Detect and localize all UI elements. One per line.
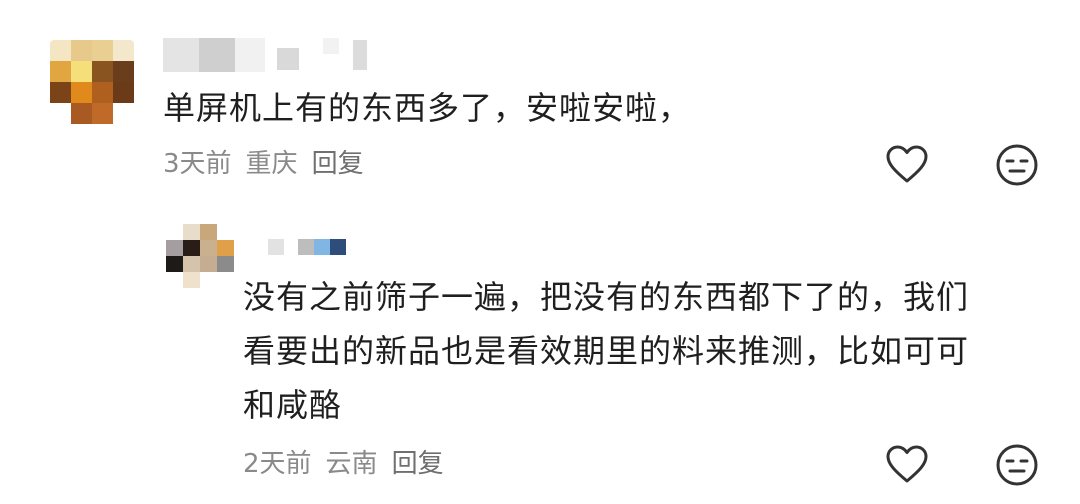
comment-text-line: 看要出的新品也是看效期里的料来推测，比如可可 xyxy=(243,332,970,370)
comment-meta: 2天前 云南 回复 xyxy=(243,443,444,480)
username[interactable] xyxy=(163,38,367,72)
comment-text-line: 没有之前筛子一遍，把没有的东西都下了的，我们 xyxy=(243,278,970,316)
comment-text-line: 和咸酪 xyxy=(243,386,343,424)
comment-time: 3天前 xyxy=(163,149,232,179)
meh-face-icon[interactable] xyxy=(995,443,1039,487)
comment-text: 单屏机上有的东西多了，安啦安啦， xyxy=(163,89,692,127)
avatar[interactable] xyxy=(166,224,234,288)
comment-text: 没有之前筛子一遍，把没有的东西都下了的，我们 看要出的新品也是看效期里的料来推测… xyxy=(243,272,969,430)
username[interactable] xyxy=(268,239,346,255)
comment-location: 云南 xyxy=(325,449,378,479)
comment-meta: 3天前 重庆 回复 xyxy=(163,143,364,180)
reply-button[interactable]: 回复 xyxy=(392,443,444,480)
heart-outline-icon[interactable] xyxy=(885,443,929,487)
comment-location: 重庆 xyxy=(245,149,298,179)
heart-outline-icon[interactable] xyxy=(885,143,929,187)
reply-button[interactable]: 回复 xyxy=(312,143,364,180)
meh-face-icon[interactable] xyxy=(995,143,1039,187)
comment-time: 2天前 xyxy=(243,449,312,479)
avatar[interactable] xyxy=(50,40,134,124)
